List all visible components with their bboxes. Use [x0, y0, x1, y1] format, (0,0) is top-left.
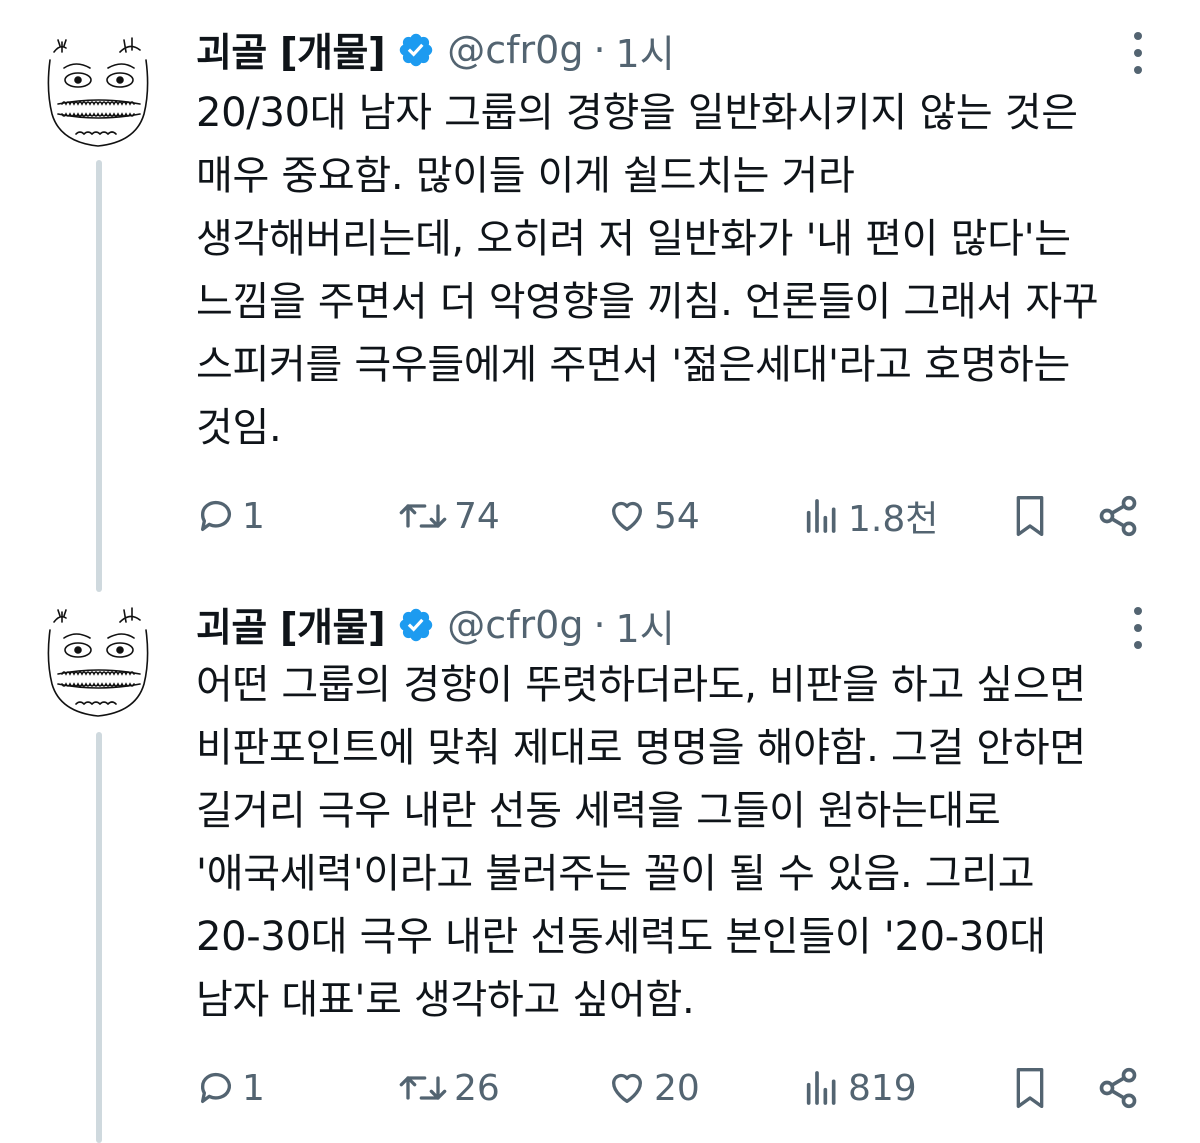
views-count: 1.8천: [848, 499, 939, 540]
more-vertical-icon[interactable]: [1124, 28, 1152, 78]
views-bar-chart-icon: [806, 1071, 836, 1105]
share-button[interactable]: [1096, 486, 1140, 546]
timestamp[interactable]: 1시: [616, 598, 675, 653]
author-handle[interactable]: @cfr0g: [447, 28, 583, 72]
retweet-icon: [399, 504, 447, 528]
timestamp[interactable]: 1시: [616, 23, 675, 78]
tweet-actions: 1 74 54 1.8천: [0, 486, 1200, 546]
verified-badge-icon: [400, 33, 433, 67]
verified-badge-icon: [400, 608, 433, 642]
author-name[interactable]: 괴골 [개물]: [196, 597, 386, 653]
tweet-header: 괴골 [개물] @cfr0g · 1시: [196, 595, 675, 655]
author-name[interactable]: 괴골 [개물]: [196, 22, 386, 78]
separator-dot: ·: [593, 603, 606, 647]
tweet[interactable]: 괴골 [개물] @cfr0g · 1시 20/30대 남자 그룹의 경향을 일반…: [0, 0, 1200, 580]
retweet-button[interactable]: 74: [398, 486, 500, 546]
reply-button[interactable]: 1: [196, 486, 265, 546]
views-bar-chart-icon: [806, 499, 836, 533]
reply-icon: [200, 500, 231, 531]
tweet[interactable]: 괴골 [개물] @cfr0g · 1시 어떤 그룹의 경향이 뚜렷하더라도, 비…: [0, 580, 1200, 1143]
like-button[interactable]: 20: [606, 1058, 700, 1118]
reply-icon: [200, 1072, 231, 1103]
bookmark-button[interactable]: [1010, 486, 1050, 546]
avatar[interactable]: [36, 600, 160, 724]
reply-button[interactable]: 1: [196, 1058, 265, 1118]
avatar[interactable]: [36, 30, 160, 154]
author-handle[interactable]: @cfr0g: [447, 603, 583, 647]
tweet-text: 20/30대 남자 그룹의 경향을 일반화시키지 않는 것은 매우 중요함. 많…: [196, 90, 1099, 451]
tweet-text: 어떤 그룹의 경향이 뚜렷하더라도, 비판을 하고 싶으면 비판포인트에 맞춰 …: [196, 662, 1086, 1023]
bookmark-icon: [1016, 1067, 1044, 1108]
heart-icon: [612, 501, 642, 531]
heart-icon: [612, 1073, 642, 1103]
tweet-actions: 1 26 20 819: [0, 1058, 1200, 1118]
reply-count: 1: [242, 1067, 265, 1109]
like-count: 20: [654, 1067, 700, 1109]
share-button[interactable]: [1096, 1058, 1140, 1118]
reply-count: 1: [242, 495, 265, 537]
bookmark-button[interactable]: [1010, 1058, 1050, 1118]
like-count: 54: [654, 495, 700, 537]
separator-dot: ·: [593, 28, 606, 72]
views-count: 819: [848, 1067, 917, 1109]
like-button[interactable]: 54: [606, 486, 700, 546]
retweet-icon: [399, 1076, 447, 1100]
retweet-button[interactable]: 26: [398, 1058, 500, 1118]
bookmark-icon: [1016, 495, 1044, 536]
retweet-count: 74: [454, 495, 500, 537]
tweet-header: 괴골 [개물] @cfr0g · 1시: [196, 20, 675, 80]
more-vertical-icon[interactable]: [1124, 603, 1152, 653]
share-icon: [1099, 495, 1137, 537]
views-button[interactable]: 819: [802, 1058, 917, 1118]
views-button[interactable]: 1.8천: [802, 486, 938, 546]
share-icon: [1099, 1067, 1137, 1109]
retweet-count: 26: [454, 1067, 500, 1109]
